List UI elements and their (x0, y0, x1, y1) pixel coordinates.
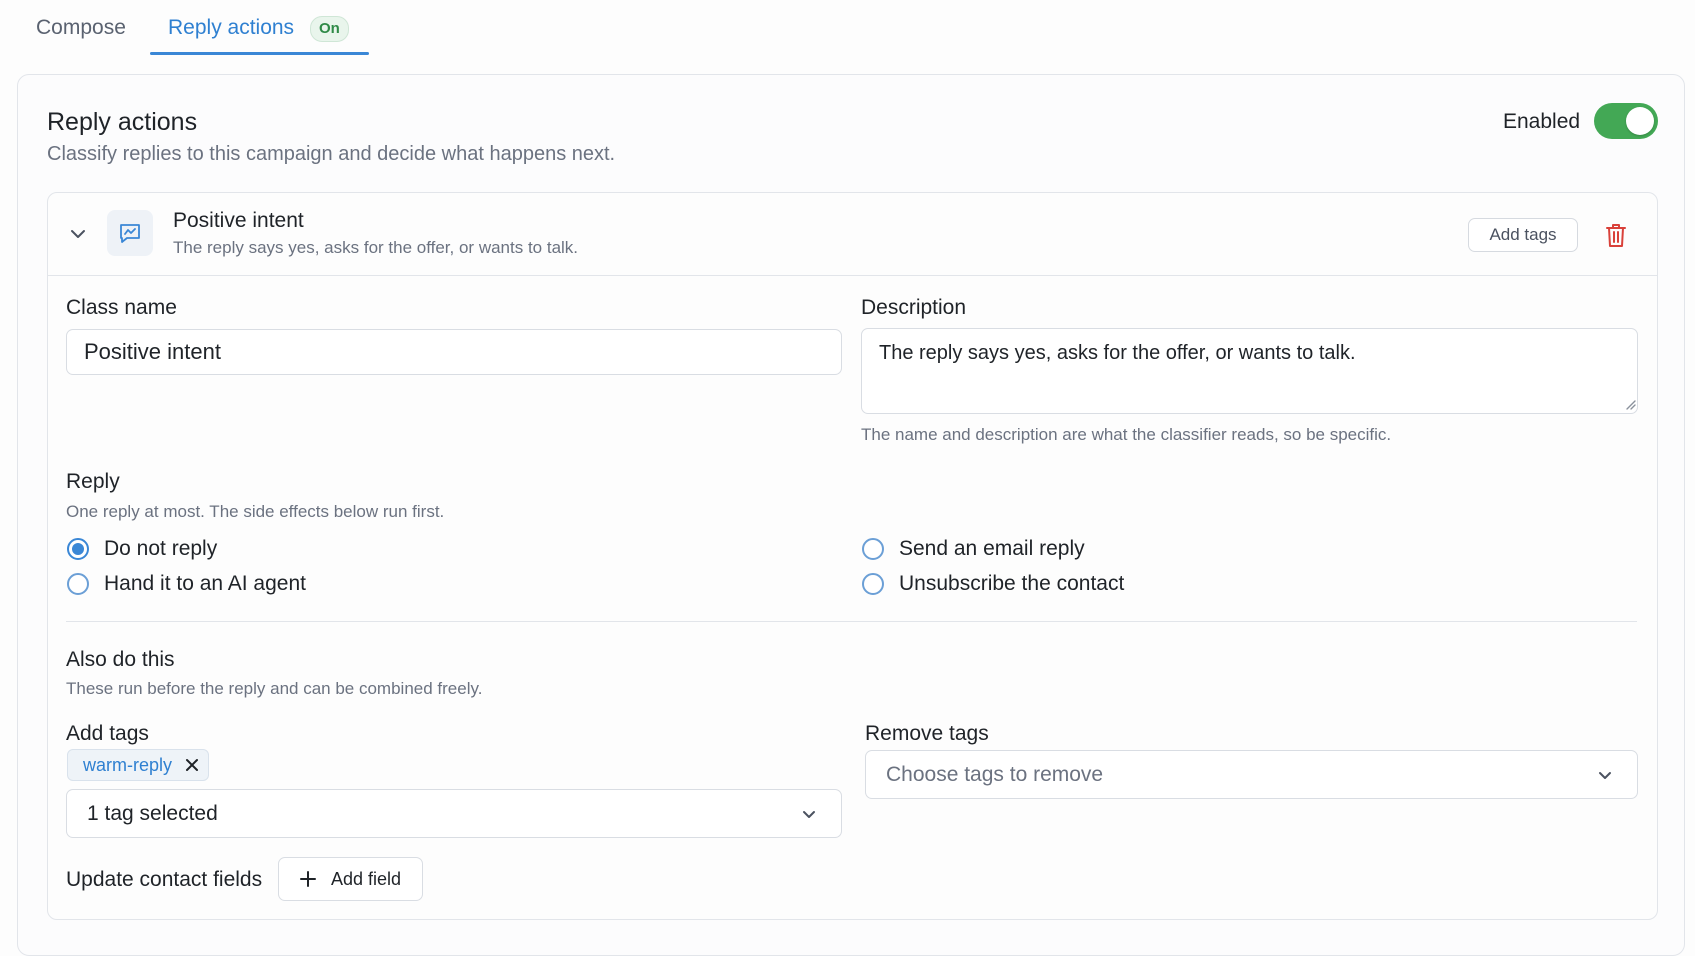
description-hint: The name and description are what the cl… (861, 425, 1392, 444)
remove-tags-placeholder: Choose tags to remove (886, 763, 1104, 786)
description-label: Description (861, 296, 967, 319)
close-icon[interactable] (184, 757, 200, 773)
radio-indicator (862, 573, 884, 595)
radio-ai-agent[interactable]: Hand it to an AI agent (67, 572, 306, 596)
chevron-down-icon (803, 811, 815, 818)
description-textarea[interactable]: The reply says yes, asks for the offer, … (861, 328, 1638, 414)
chevron-down-icon (1599, 772, 1611, 779)
radio-selected-indicator (67, 538, 89, 560)
radio-label: Hand it to an AI agent (104, 572, 306, 595)
add-tags-select-value: 1 tag selected (87, 802, 218, 825)
class-name-input[interactable]: Positive intent (66, 329, 842, 375)
toggle-knob (1626, 107, 1654, 135)
tag-chip-label: warm-reply (83, 754, 173, 775)
tag-chip: warm-reply (67, 749, 210, 781)
add-tags-select[interactable]: 1 tag selected (66, 789, 842, 838)
radio-unsubscribe[interactable]: Unsubscribe the contact (862, 572, 1124, 596)
panel-header-divider (47, 275, 1658, 276)
status-badge: On (310, 16, 349, 42)
class-icon-box (107, 210, 153, 256)
add-tags-button[interactable]: Add tags (1468, 218, 1578, 252)
update-fields-label: Update contact fields (66, 868, 263, 891)
also-label: Also do this (66, 648, 175, 671)
tab-compose[interactable]: Compose (36, 16, 126, 40)
reply-label: Reply (66, 470, 120, 493)
radio-send-email[interactable]: Send an email reply (862, 537, 1085, 561)
chat-chart-icon (120, 224, 140, 243)
radio-label: Send an email reply (899, 537, 1085, 560)
class-name-label: Class name (66, 296, 177, 319)
reply-hint: One reply at most. The side effects belo… (66, 502, 445, 521)
section-divider (66, 621, 1637, 622)
radio-label: Do not reply (104, 537, 218, 560)
radio-label: Unsubscribe the contact (899, 572, 1125, 595)
trash-icon[interactable] (1604, 222, 1628, 248)
tab-reply-actions[interactable]: Reply actions (168, 16, 294, 40)
add-field-button[interactable]: Add field (278, 857, 423, 901)
enabled-toggle[interactable] (1594, 103, 1658, 139)
enabled-label: Enabled (1503, 110, 1581, 133)
chevron-down-icon[interactable] (66, 222, 90, 246)
class-title: Positive intent (173, 209, 304, 232)
class-description: The reply says yes, asks for the offer, … (173, 238, 579, 257)
radio-do-not-reply[interactable]: Do not reply (67, 537, 217, 561)
also-hint: These run before the reply and can be co… (66, 679, 483, 698)
remove-tags-select[interactable]: Choose tags to remove (865, 750, 1638, 799)
card-title: Reply actions (47, 108, 198, 136)
tab-bar: Compose Reply actions On (0, 0, 1695, 58)
radio-indicator (862, 538, 884, 560)
card-subtitle: Classify replies to this campaign and de… (47, 143, 616, 165)
remove-tags-label: Remove tags (865, 722, 989, 745)
add-tags-label: Add tags (66, 722, 149, 745)
add-field-label: Add field (331, 868, 402, 889)
plus-icon (300, 871, 316, 887)
radio-indicator (67, 573, 89, 595)
resize-grip-icon[interactable] (1624, 398, 1636, 410)
active-tab-indicator (150, 52, 369, 55)
